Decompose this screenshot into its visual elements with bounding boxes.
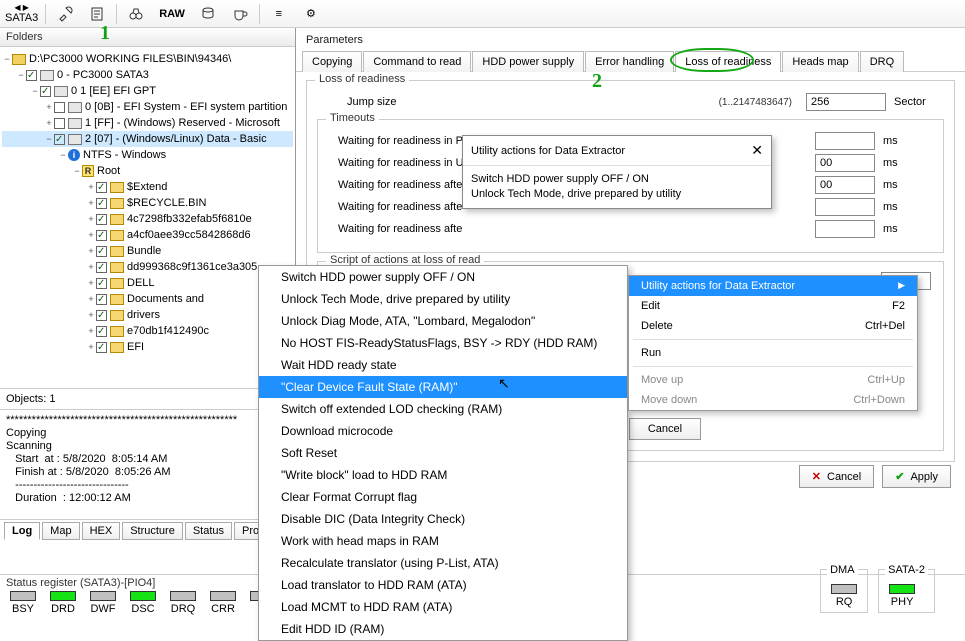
btab-status[interactable]: Status [185,522,232,540]
tools-icon[interactable] [52,3,78,25]
objects-bar: Objects: 1 [0,388,296,409]
info-icon: i [68,149,80,161]
context-menu-actions[interactable]: Switch HDD power supply OFF / ONUnlock T… [258,265,628,641]
ctx2-item[interactable]: DeleteCtrl+Del [629,316,917,336]
apply-button[interactable]: ✔Apply [882,465,951,488]
ctx1-item[interactable]: Edit HDD ID (RAM) [259,618,627,640]
cup-icon[interactable] [227,3,253,25]
timeout-input-3[interactable] [815,198,875,216]
ctx1-item[interactable]: No HOST FIS-ReadyStatusFlags, BSY -> RDY… [259,332,627,354]
ctx1-item[interactable]: Load translator to HDD RAM (ATA) [259,574,627,596]
ctx2-item[interactable]: Move upCtrl+Up [629,370,917,390]
ctx1-item[interactable]: "Clear Device Fault State (RAM)" [259,376,627,398]
btab-map[interactable]: Map [42,522,79,540]
reg-drd: DRD [46,591,80,615]
tab-heads[interactable]: Heads map [782,51,858,72]
check-icon: ✔ [895,470,904,483]
binoculars-icon[interactable] [123,3,149,25]
settings-icon[interactable]: ⚙ [298,3,324,25]
ctx1-item[interactable]: Switch off extended LOD checking (RAM) [259,398,627,420]
bottom-tabs[interactable]: Log Map HEX Structure Status Proc [0,519,296,542]
reg-drq: DRQ [166,591,200,615]
ctx1-item[interactable]: Soft Reset [259,442,627,464]
disk-stack-icon[interactable] [195,3,221,25]
sheet-icon[interactable] [84,3,110,25]
ctx1-item[interactable]: Disable DIC (Data Integrity Check) [259,508,627,530]
parameters-title: Parameters [296,28,965,50]
tab-error[interactable]: Error handling [585,51,674,72]
ctx1-item[interactable]: Unlock Tech Mode, drive prepared by util… [259,288,627,310]
parameters-tabs[interactable]: Copying Command to read HDD power supply… [296,50,965,72]
tab-command[interactable]: Command to read [363,51,471,72]
right-status: DMARQ SATA-2PHY [820,569,935,613]
jump-input[interactable] [806,93,886,111]
reg-dwf: DWF [86,591,120,615]
folders-header: Folders [0,28,295,47]
ctx2-item[interactable]: Utility actions for Data Extractor [629,276,917,296]
cancel-button[interactable]: Cancel [629,418,701,440]
cancel2-button[interactable]: ✕Cancel [799,465,874,488]
tab-copying[interactable]: Copying [302,51,362,72]
ctx1-item[interactable]: Load MCMT to HDD RAM (ATA) [259,596,627,618]
reg-crr: CRR [206,591,240,615]
ctx1-item[interactable]: Clear Format Corrupt flag [259,486,627,508]
ctx1-item[interactable]: "Write block" load to HDD RAM [259,464,627,486]
ctx1-item[interactable]: Work with head maps in RAM [259,530,627,552]
ctx2-item[interactable]: Run [629,343,917,363]
ctx1-item[interactable]: Switch HDD power supply OFF / ON [259,266,627,288]
raw-button[interactable]: RAW [155,3,189,25]
main-toolbar: ◀ ▶ SATA3 RAW ≡ ⚙ [0,0,965,28]
jump-label: Jump size [317,96,711,108]
ctx1-item[interactable]: Wait HDD ready state [259,354,627,376]
ctx1-item[interactable]: Unlock Diag Mode, ATA, "Lombard, Megalod… [259,310,627,332]
sliders-icon[interactable]: ≡ [266,3,292,25]
dialog-close-icon[interactable]: ✕ [751,142,763,159]
tab-loss[interactable]: Loss of readiness [675,51,781,72]
tab-drq[interactable]: DRQ [860,51,904,72]
root-icon: R [82,165,94,177]
timeout-input-0[interactable] [815,132,875,150]
reg-dsc: DSC [126,591,160,615]
ctx2-item[interactable]: EditF2 [629,296,917,316]
timeout-input-4[interactable] [815,220,875,238]
context-menu-edit[interactable]: Utility actions for Data ExtractorEditF2… [628,275,918,411]
close-icon: ✕ [812,470,821,483]
ctx1-item[interactable]: Recalculate translator (using P-List, AT… [259,552,627,574]
timeout-input-2[interactable] [815,176,875,194]
sata-indicator: ◀ ▶ SATA3 [4,3,39,25]
reg-bsy: BSY [6,591,40,615]
btab-hex[interactable]: HEX [82,522,121,540]
log-area: ****************************************… [0,409,296,519]
dialog-title: Utility actions for Data Extractor [471,145,625,157]
btab-log[interactable]: Log [4,522,40,540]
btab-structure[interactable]: Structure [122,522,183,540]
utility-actions-dialog: Utility actions for Data Extractor ✕ Swi… [462,135,772,209]
ctx1-item[interactable]: Download microcode [259,420,627,442]
timeout-input-1[interactable] [815,154,875,172]
ctx2-item[interactable]: Move downCtrl+Down [629,390,917,410]
tab-power[interactable]: HDD power supply [472,51,584,72]
